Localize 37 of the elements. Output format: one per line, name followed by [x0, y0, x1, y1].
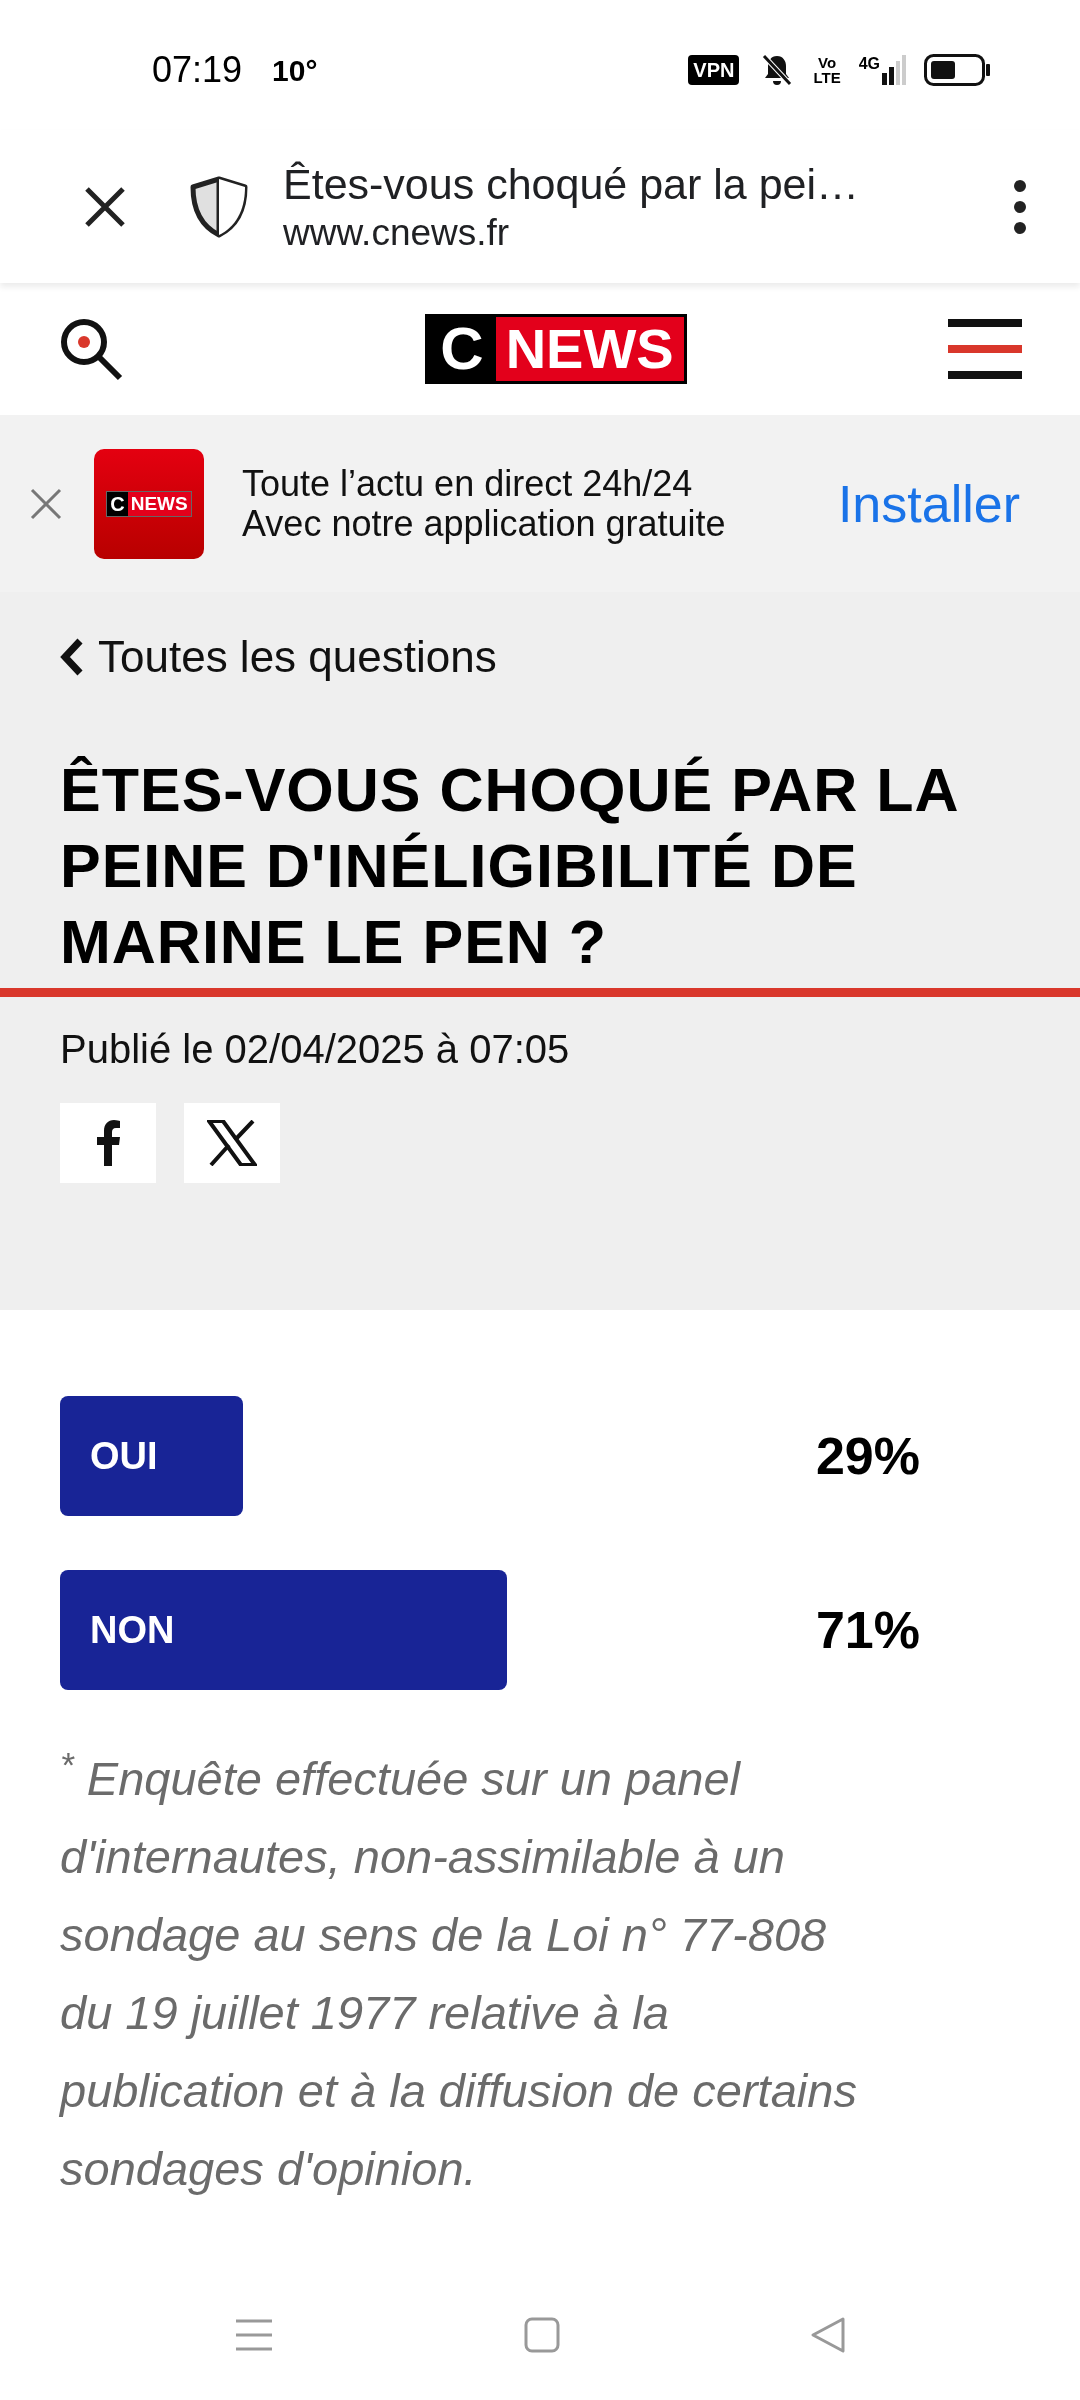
facebook-icon [96, 1120, 120, 1166]
close-icon [30, 487, 62, 520]
x-share-button[interactable] [184, 1103, 280, 1183]
banner-text: Avec notre application gratuite [242, 503, 726, 544]
banner-text: Toute l’actu en direct 24h/24 [242, 463, 694, 504]
battery-icon [924, 54, 990, 86]
url-text: www.cnews.fr [283, 210, 511, 255]
footnote: $^{*}$ Enquête effectuée sur un panel d'internautes, non-assimilable à un sondage au sens de la Loi n° 77-808 du 19 juillet 1977 relative à la publication et à la diffusion de certains sondages d'opinion. [60, 1744, 858, 2197]
volte-label: Vo LTE [813, 55, 841, 85]
install-button[interactable]: Installer [837, 464, 1020, 543]
more-icon [1013, 178, 1027, 235]
article-title: ÊTES-VOUS CHOQUÉ PAR LA PEINE D'INÉLIGIBILITÉ DE MARINE LE PEN ? [60, 755, 959, 978]
back-link[interactable]: Toutes les questions [60, 624, 1080, 690]
x-icon [207, 1120, 257, 1166]
percent-text: 71% [815, 1600, 920, 1661]
publish-date: Publié le 02/04/2025 à 07:05 [60, 1026, 571, 1073]
network-label: 4G [858, 54, 880, 74]
app-icon: C NEWS [94, 448, 204, 559]
back-nav-icon[interactable] [810, 2316, 846, 2354]
home-nav-icon[interactable] [524, 2317, 560, 2353]
muted-bell-icon [761, 53, 794, 87]
close-icon [83, 184, 127, 229]
facebook-share-button[interactable] [60, 1103, 156, 1183]
vpn-badge: VPN [688, 55, 740, 85]
menu-nav-icon[interactable] [234, 2318, 274, 2352]
answer-label[interactable]: NON [90, 1606, 175, 1654]
menu-icon[interactable] [948, 319, 1022, 379]
page-title: Êtes-vous choqué par la pei… [283, 158, 861, 210]
answer-label[interactable]: OUI [90, 1432, 158, 1480]
temperature: 10° [272, 52, 318, 89]
chevron-left-icon [60, 638, 84, 676]
signal-icon [882, 55, 906, 85]
dismiss-button[interactable] [30, 487, 62, 520]
percent-text: 29% [815, 1426, 920, 1487]
cnews-logo[interactable]: C NEWS [425, 314, 687, 384]
search-icon[interactable] [58, 316, 124, 382]
clock: 07:19 [152, 48, 243, 92]
